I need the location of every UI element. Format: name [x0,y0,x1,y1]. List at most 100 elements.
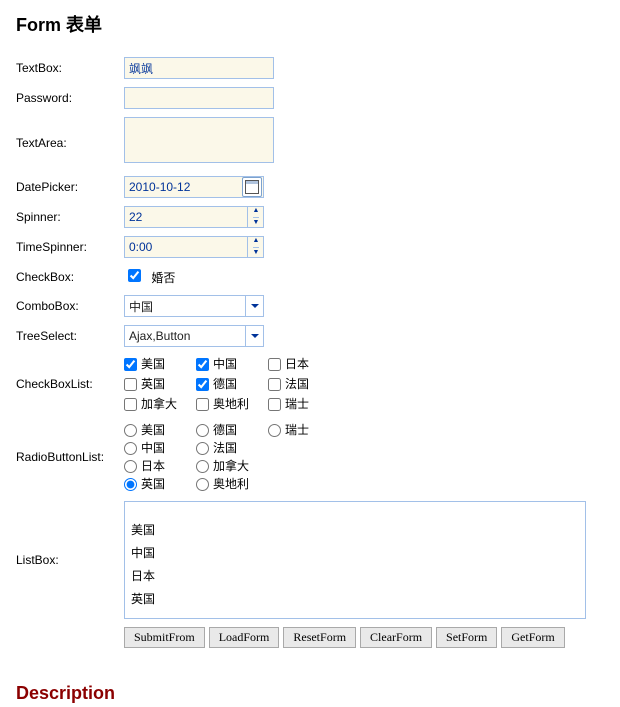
calendar-icon[interactable] [242,177,262,197]
radiobuttonlist-radio[interactable] [124,442,137,455]
listbox[interactable]: 美国中国日本英国 [124,501,586,619]
radiobuttonlist-label: 美国 [141,421,165,439]
checkbox-input[interactable] [128,269,141,282]
resetform-button[interactable]: ResetForm [283,627,356,648]
radiobuttonlist-radio[interactable] [124,460,137,473]
treeselect-input[interactable] [124,325,264,347]
radiobuttonlist-label: 法国 [213,439,237,457]
checkboxlist-label: 日本 [285,355,309,373]
listbox-item[interactable]: 英国 [131,587,579,610]
treeselect-dropdown-icon[interactable] [245,325,264,347]
checkboxlist-checkbox[interactable] [196,398,209,411]
listbox-item[interactable]: 美国 [131,518,579,541]
checkboxlist-checkbox[interactable] [124,358,137,371]
checkboxlist-checkbox[interactable] [196,378,209,391]
timespinner-input[interactable] [124,236,264,258]
radiobuttonlist-item[interactable]: 奥地利 [196,475,268,493]
password-input[interactable] [124,87,274,109]
spinner-down-icon[interactable]: ▼ [253,218,260,229]
label-password: Password: [16,83,124,113]
radiobuttonlist-radio[interactable] [196,424,209,437]
checkboxlist-label: 奥地利 [213,395,249,413]
checkbox-list: 美国 中国 日本英国 德国 法国加拿大 奥地利 瑞士 [124,355,586,413]
loadform-button[interactable]: LoadForm [209,627,280,648]
label-checkboxlist: CheckBoxList: [16,351,124,417]
label-textarea: TextArea: [16,113,124,172]
checkboxlist-label: 中国 [213,355,237,373]
setform-button[interactable]: SetForm [436,627,497,648]
spinner-buttons[interactable]: ▲▼ [247,206,264,228]
label-spinner: Spinner: [16,202,124,232]
label-radiobuttonlist: RadioButtonList: [16,417,124,497]
timespinner-up-icon[interactable]: ▲ [253,236,260,248]
checkboxlist-label: 加拿大 [141,395,177,413]
radiobuttonlist-item[interactable]: 瑞士 [268,421,340,439]
form-table: TextBox: Password: TextArea: DatePicker:… [16,53,590,652]
button-row: SubmitFromLoadFormResetFormClearFormSetF… [124,623,590,652]
label-treeselect: TreeSelect: [16,321,124,351]
checkboxlist-checkbox[interactable] [124,398,137,411]
checkboxlist-checkbox[interactable] [124,378,137,391]
spinner-up-icon[interactable]: ▲ [253,206,260,218]
listbox-item[interactable]: 中国 [131,541,579,564]
radiobuttonlist-label: 奥地利 [213,475,249,493]
radiobuttonlist-radio[interactable] [124,478,137,491]
label-listbox: ListBox: [16,497,124,623]
checkboxlist-checkbox[interactable] [268,378,281,391]
checkboxlist-label: 法国 [285,375,309,393]
radiobuttonlist-item[interactable]: 德国 [196,421,268,439]
checkboxlist-label: 德国 [213,375,237,393]
label-textbox: TextBox: [16,53,124,83]
radiobuttonlist-radio[interactable] [196,478,209,491]
label-combobox: ComboBox: [16,291,124,321]
label-checkbox: CheckBox: [16,262,124,291]
spinner-input[interactable] [124,206,264,228]
checkboxlist-label: 英国 [141,375,165,393]
description-heading: Description [16,680,604,707]
radiobuttonlist-label: 英国 [141,475,165,493]
radiobuttonlist-label: 日本 [141,457,165,475]
radio-button-list: 美国 德国瑞士中国 法国日本 加拿大英国 奥地利 [124,421,586,493]
checkboxlist-checkbox[interactable] [196,358,209,371]
radiobuttonlist-radio[interactable] [268,424,281,437]
getform-button[interactable]: GetForm [501,627,564,648]
radiobuttonlist-radio[interactable] [196,460,209,473]
combobox-input[interactable] [124,295,264,317]
radiobuttonlist-label: 加拿大 [213,457,249,475]
radiobuttonlist-radio[interactable] [196,442,209,455]
checkboxlist-checkbox[interactable] [268,358,281,371]
textbox-input[interactable] [124,57,274,79]
textarea-input[interactable] [124,117,274,163]
checkboxlist-item[interactable]: 英国 [124,375,196,393]
checkboxlist-label: 美国 [141,355,165,373]
clearform-button[interactable]: ClearForm [360,627,432,648]
radiobuttonlist-label: 瑞士 [285,421,309,439]
radiobuttonlist-item[interactable]: 英国 [124,475,196,493]
radiobuttonlist-item[interactable]: 加拿大 [196,457,268,475]
label-timespinner: TimeSpinner: [16,232,124,262]
checkboxlist-item[interactable]: 日本 [268,355,340,373]
combobox-dropdown-icon[interactable] [245,295,264,317]
checkboxlist-label: 瑞士 [285,395,309,413]
label-datepicker: DatePicker: [16,172,124,202]
radiobuttonlist-item[interactable]: 日本 [124,457,196,475]
radiobuttonlist-item[interactable]: 法国 [196,439,268,457]
submitfrom-button[interactable]: SubmitFrom [124,627,205,648]
radiobuttonlist-item[interactable]: 美国 [124,421,196,439]
checkbox-label: 婚否 [151,271,175,285]
checkboxlist-checkbox[interactable] [268,398,281,411]
checkboxlist-item[interactable]: 奥地利 [196,395,268,413]
radiobuttonlist-item[interactable]: 中国 [124,439,196,457]
timespinner-down-icon[interactable]: ▼ [253,248,260,259]
radiobuttonlist-label: 中国 [141,439,165,457]
checkboxlist-item[interactable]: 中国 [196,355,268,373]
radiobuttonlist-radio[interactable] [124,424,137,437]
checkboxlist-item[interactable]: 加拿大 [124,395,196,413]
listbox-item[interactable]: 日本 [131,564,579,587]
checkboxlist-item[interactable]: 美国 [124,355,196,373]
timespinner-buttons[interactable]: ▲▼ [247,236,264,258]
page-title: Form 表单 [16,12,604,39]
checkboxlist-item[interactable]: 瑞士 [268,395,340,413]
checkboxlist-item[interactable]: 法国 [268,375,340,393]
checkboxlist-item[interactable]: 德国 [196,375,268,393]
